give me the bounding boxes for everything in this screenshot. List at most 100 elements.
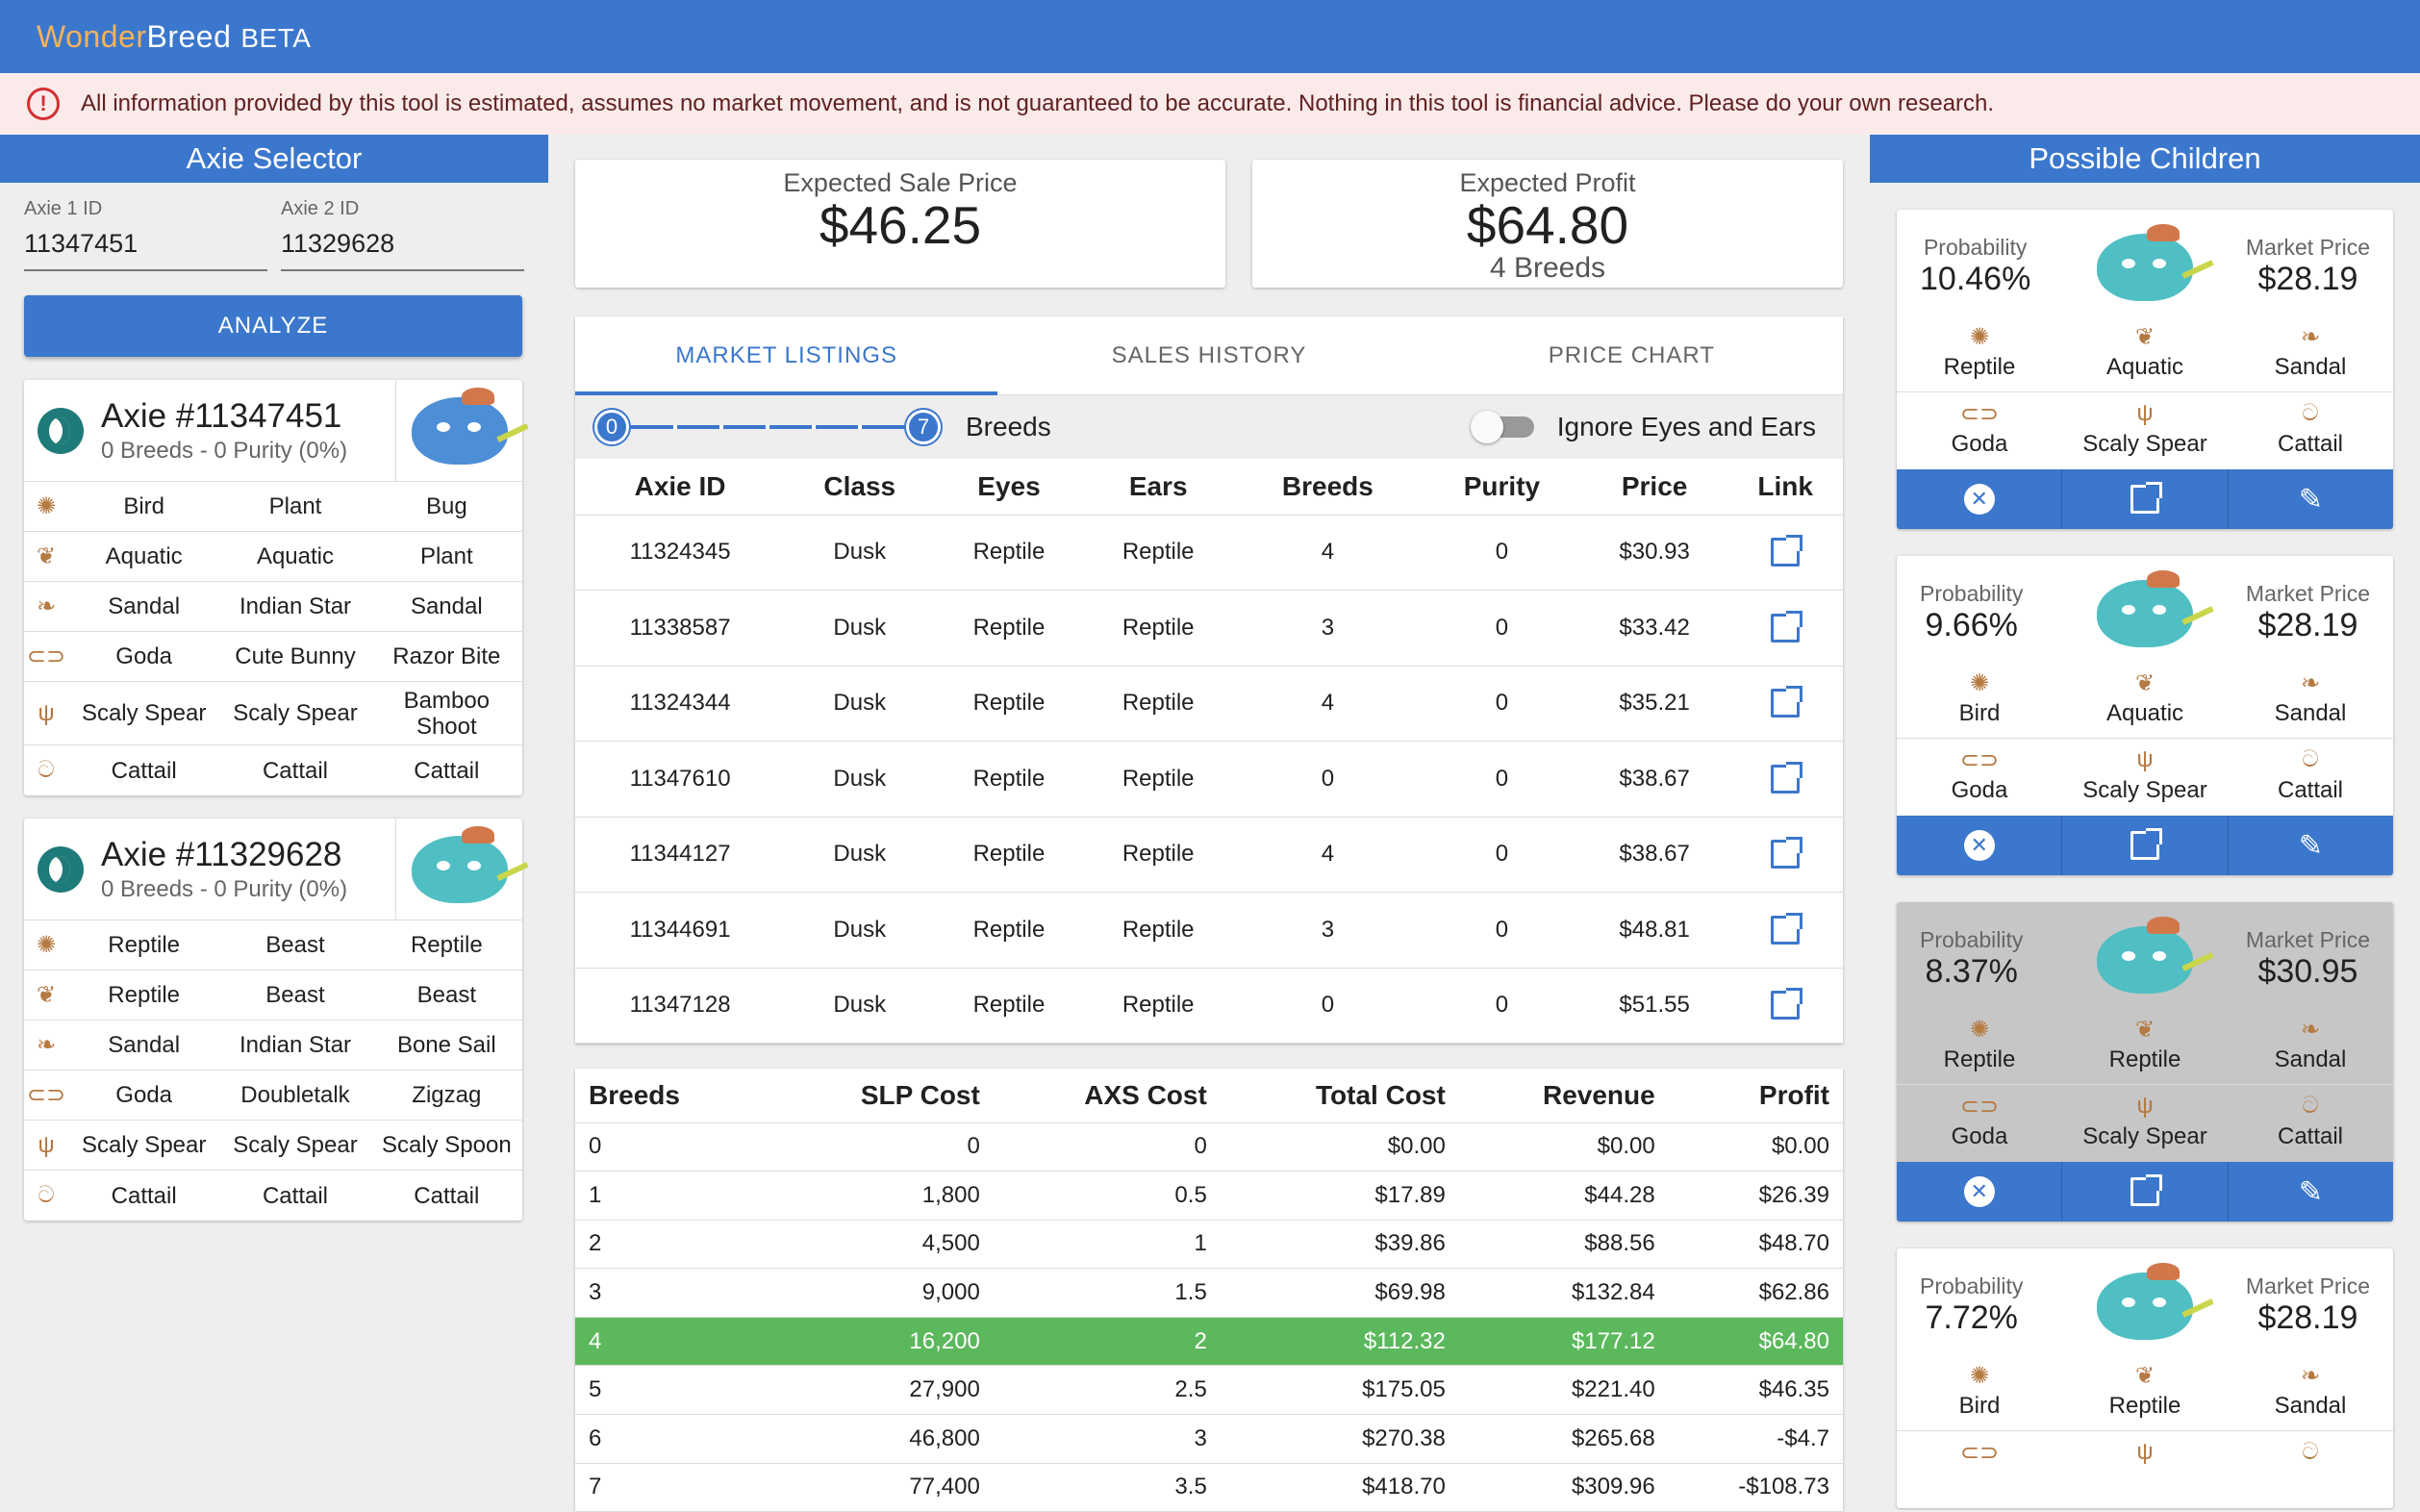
gene-cell: Aquatic	[2105, 354, 2184, 380]
edit-child-button[interactable]: ✎	[2229, 1162, 2393, 1222]
cell: $35.21	[1580, 666, 1728, 742]
remove-child-button[interactable]: ✕	[1897, 816, 2063, 875]
tab-sales-history[interactable]: SALES HISTORY	[997, 316, 1420, 394]
breeds-range-slider[interactable]: 0 7	[594, 410, 941, 444]
external-link-icon[interactable]	[1771, 837, 1803, 869]
toggle-switch[interactable]	[1470, 411, 1534, 443]
table-row: 7 77,400 3.5 $418.70 $309.96 -$108.73	[575, 1463, 1843, 1512]
gene-cell: Sandal	[2274, 354, 2347, 380]
slider-max-handle[interactable]: 7	[906, 410, 941, 444]
table-row: 11344127 Dusk Reptile Reptile 4 0 $38.67	[575, 817, 1843, 893]
probability-value: 9.66%	[1925, 607, 2018, 643]
gene-cell: Reptile	[108, 982, 181, 1008]
external-link-icon[interactable]	[1771, 535, 1803, 567]
axie1-input[interactable]: 11347451	[24, 223, 267, 271]
alert-text: All information provided by this tool is…	[81, 90, 1995, 116]
gene-cell: Cattail	[414, 757, 480, 784]
cell: 0	[1232, 741, 1423, 818]
axie2-input[interactable]: 11329628	[281, 223, 524, 271]
cell: 0.5	[993, 1171, 1221, 1221]
axie1-id-field[interactable]: Axie 1 ID 11347451	[24, 194, 267, 271]
edit-child-button[interactable]: ✎	[2229, 816, 2393, 875]
col-header: Breeds	[1232, 459, 1423, 516]
cell: Reptile	[1083, 892, 1233, 969]
cell: Reptile	[1083, 817, 1233, 893]
cell: 11338587	[575, 590, 786, 667]
gene-cell: Plant	[268, 493, 322, 519]
gene-cell: Cattail	[262, 1182, 328, 1209]
edit-child-button[interactable]: ✎	[2229, 469, 2393, 529]
cell: 4	[575, 1317, 772, 1367]
part-row-eyes: ✺ Reptile Beast Reptile	[24, 920, 522, 970]
gene-cell: Goda	[1951, 431, 2008, 457]
gene-cell: Sandal	[410, 593, 483, 619]
cell: $17.89	[1220, 1171, 1459, 1221]
cell: $44.28	[1458, 1171, 1669, 1221]
gene-cell: Indian Star	[239, 1032, 352, 1058]
dusk-class-icon	[38, 845, 84, 893]
slider-min-handle[interactable]: 0	[594, 410, 629, 444]
cell: Dusk	[785, 590, 935, 667]
remove-child-button[interactable]: ✕	[1897, 1162, 2063, 1222]
tab-price-chart[interactable]: PRICE CHART	[1421, 316, 1843, 394]
axie-breed-info: 0 Breeds - 0 Purity (0%)	[101, 437, 348, 464]
cell: Reptile	[934, 666, 1084, 742]
close-circle-icon: ✕	[1963, 484, 1995, 515]
cell: Reptile	[934, 892, 1084, 969]
part-row-horn: ψ Scaly Spear Scaly Spear Scaly Spoon	[24, 1121, 522, 1171]
cell: Reptile	[1083, 515, 1233, 591]
external-link-icon[interactable]	[1771, 912, 1803, 945]
cell: 4,500	[771, 1220, 994, 1270]
gene-cell: Scaly Spear	[2082, 431, 2207, 457]
col-header: Profit	[1668, 1069, 1843, 1123]
external-link-icon[interactable]	[1771, 988, 1803, 1021]
tab-market-listings[interactable]: MARKET LISTINGS	[575, 316, 998, 395]
mouth-icon: ⊂⊃	[26, 643, 66, 669]
table-row: 0 0 0 $0.00 $0.00 $0.00	[575, 1122, 1843, 1172]
part-row-tail: ට Cattail Cattail Cattail	[24, 745, 522, 795]
tail-icon: ට	[2302, 746, 2319, 772]
external-link-icon[interactable]	[1771, 761, 1803, 794]
eyes-icon: ✺	[1969, 324, 1990, 350]
cell: $309.96	[1458, 1463, 1669, 1512]
ignore-eyes-ears-toggle[interactable]: Ignore Eyes and Ears	[1470, 411, 1816, 443]
app-logo[interactable]: WonderBreed BETA	[37, 19, 311, 55]
cell: -$4.7	[1668, 1414, 1843, 1464]
axie-selector-panel: Axie Selector Axie 1 ID 11347451 Axie 2 …	[0, 135, 548, 1510]
table-row: 2 4,500 1 $39.86 $88.56 $48.70	[575, 1220, 1843, 1270]
axie2-id-field[interactable]: Axie 2 ID 11329628	[281, 194, 524, 271]
open-child-button[interactable]	[2062, 1162, 2229, 1222]
remove-child-button[interactable]: ✕	[1897, 469, 2063, 529]
cell: 2	[993, 1317, 1221, 1367]
gene-cell: Scaly Spear	[233, 1132, 358, 1158]
cell: 2.5	[993, 1365, 1221, 1416]
external-link-icon	[2130, 482, 2162, 514]
external-link-icon[interactable]	[1771, 686, 1803, 718]
axie-image	[395, 819, 522, 920]
back-icon: ❧	[36, 593, 57, 619]
profit-label: Expected Profit	[1459, 168, 1636, 197]
cell: $418.70	[1220, 1463, 1459, 1512]
analyze-button[interactable]: ANALYZE	[24, 295, 522, 357]
open-child-button[interactable]	[2062, 469, 2229, 529]
cell: Dusk	[785, 817, 935, 893]
cell: $0.00	[1458, 1122, 1669, 1172]
cell: $0.00	[1668, 1122, 1843, 1172]
listing-filters: 0 7 Breeds Ignore Eyes and Ears	[575, 395, 1843, 459]
toggle-label: Ignore Eyes and Ears	[1556, 412, 1816, 441]
cell: Reptile	[1083, 968, 1233, 1044]
cell: 0	[1423, 515, 1581, 591]
open-child-button[interactable]	[2062, 816, 2229, 875]
cell: 46,800	[771, 1414, 994, 1464]
dusk-class-icon	[38, 407, 84, 454]
gene-cell: Beast	[265, 982, 325, 1008]
gene-cell: Sandal	[2274, 1393, 2347, 1419]
logo-breed: Breed	[146, 18, 232, 54]
external-link-icon[interactable]	[1771, 610, 1803, 643]
gene-cell: Goda	[1951, 1123, 2008, 1149]
gene-cell: Scaly Spear	[2082, 777, 2207, 803]
cell: 16,200	[771, 1317, 994, 1367]
part-row-back: ❧ Sandal Indian Star Sandal	[24, 582, 522, 632]
back-icon: ❧	[36, 1032, 57, 1058]
cell: 2	[575, 1220, 772, 1270]
